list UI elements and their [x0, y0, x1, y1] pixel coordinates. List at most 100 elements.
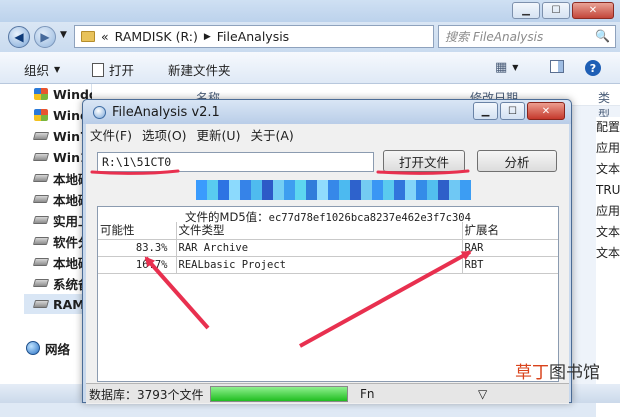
- address-segment-drive[interactable]: RAMDISK (R:): [115, 29, 198, 44]
- menu-about[interactable]: 关于(A): [250, 125, 293, 144]
- redaction-block: [295, 180, 306, 200]
- new-folder-button[interactable]: 新建文件夹: [168, 60, 231, 79]
- drive-icon: [32, 174, 50, 182]
- search-icon[interactable]: 🔍: [595, 29, 610, 43]
- view-options-button[interactable]: ▦ ▼: [495, 60, 518, 75]
- redaction-block: [350, 180, 361, 200]
- organize-button[interactable]: 组织 ▼: [24, 60, 60, 79]
- close-icon: ✕: [541, 105, 551, 117]
- forward-button[interactable]: ▶: [34, 26, 56, 48]
- dialog-titlebar[interactable]: FileAnalysis v2.1 ▁ ☐ ✕: [83, 100, 571, 124]
- open-label: 打开: [109, 63, 135, 78]
- header-probability[interactable]: 可能性: [98, 222, 177, 240]
- nav-label: 网络: [45, 341, 71, 357]
- open-button[interactable]: 打开: [92, 60, 134, 79]
- file-type-cell: 配置: [596, 120, 620, 134]
- nav-item[interactable]: Wind: [34, 105, 89, 125]
- close-icon: ✕: [588, 5, 598, 16]
- chevron-down-icon: ▼: [54, 65, 61, 74]
- nav-item-network[interactable]: 网络: [26, 338, 70, 358]
- maximize-icon: ☐: [551, 5, 561, 16]
- drive-icon: [32, 132, 50, 140]
- chevron-right-icon[interactable]: ▶: [204, 32, 211, 42]
- menu-file[interactable]: 文件(F): [90, 125, 132, 144]
- explorer-titlebar: ▁ ☐ ✕: [0, 0, 620, 22]
- minimize-icon: ▁: [481, 105, 490, 117]
- redaction-block: [372, 180, 383, 200]
- cell-probability: 16.7%: [98, 256, 177, 274]
- dialog-title: FileAnalysis v2.1: [112, 104, 220, 120]
- redaction-block: [361, 180, 372, 200]
- preview-pane-button[interactable]: [550, 60, 564, 73]
- header-file-type[interactable]: 文件类型: [176, 222, 463, 240]
- back-arrow-icon: ◀: [14, 30, 24, 44]
- cell-extension: RBT: [462, 256, 558, 274]
- redaction-block: [449, 180, 460, 200]
- redaction-block: [306, 180, 317, 200]
- redacted-region: [196, 180, 471, 200]
- search-placeholder: 搜索 FileAnalysis: [445, 30, 544, 44]
- redaction-block: [262, 180, 273, 200]
- minimize-button[interactable]: ▁: [512, 2, 540, 19]
- command-bar: 组织 ▼ 打开 新建文件夹 ▦ ▼ ?: [0, 52, 620, 84]
- dialog-close-button[interactable]: ✕: [527, 102, 565, 120]
- address-row: ◀ ▶ ▼ « RAMDISK (R:) ▶ FileAnalysis ▾ ✚ …: [0, 22, 620, 52]
- table-row[interactable]: 83.3% RAR Archive RAR: [98, 239, 558, 257]
- analyze-button[interactable]: 分析: [477, 150, 557, 172]
- address-segment-folder[interactable]: FileAnalysis: [217, 29, 289, 44]
- redaction-block: [416, 180, 427, 200]
- result-table: 可能性 文件类型 扩展名 83.3% RAR Archive RAR 16.7%…: [98, 222, 558, 274]
- redaction-block: [405, 180, 416, 200]
- redaction-block: [427, 180, 438, 200]
- menu-options[interactable]: 选项(O): [142, 125, 187, 144]
- back-button[interactable]: ◀: [8, 26, 30, 48]
- address-overflow[interactable]: «: [101, 29, 109, 44]
- new-folder-label: 新建文件夹: [168, 63, 231, 78]
- folder-icon: [81, 31, 95, 42]
- nav-item[interactable]: Win1: [32, 147, 89, 167]
- dialog-client-area: R:\1\51CT0 打开文件 分析 文件的MD5值：ec77d78ef1026…: [86, 144, 569, 404]
- file-path-value: R:\1\51CT0: [102, 155, 172, 169]
- menu-update[interactable]: 更新(U): [197, 125, 241, 144]
- open-file-button[interactable]: 打开文件: [383, 150, 465, 172]
- table-row[interactable]: 16.7% REALbasic Project RBT: [98, 256, 558, 274]
- recent-pages-dropdown[interactable]: ▼: [60, 30, 67, 40]
- nav-item[interactable]: Win7: [32, 126, 89, 146]
- address-bar[interactable]: « RAMDISK (R:) ▶ FileAnalysis ▾ ✚: [74, 25, 502, 48]
- status-dropdown-arrow[interactable]: ▽: [478, 386, 487, 402]
- header-extension[interactable]: 扩展名: [462, 222, 558, 240]
- app-icon: [93, 105, 106, 119]
- maximize-icon: ☐: [508, 105, 517, 117]
- maximize-button[interactable]: ☐: [542, 2, 570, 19]
- redaction-block: [240, 180, 251, 200]
- redaction-block: [273, 180, 284, 200]
- windows-drive-icon: [34, 109, 48, 121]
- close-button[interactable]: ✕: [572, 2, 614, 19]
- dialog-status-bar: 数据库：3793个文件 Fn ▽: [86, 383, 569, 403]
- search-input[interactable]: 搜索 FileAnalysis 🔍: [438, 25, 616, 48]
- help-icon: ?: [585, 60, 601, 76]
- help-button[interactable]: ?: [585, 60, 601, 76]
- progress-bar: [210, 386, 348, 402]
- preview-pane-icon: [550, 60, 564, 73]
- redaction-block: [251, 180, 262, 200]
- redaction-block: [196, 180, 207, 200]
- dialog-minimize-button[interactable]: ▁: [473, 102, 498, 120]
- nav-label: RAM: [53, 296, 85, 312]
- dialog-maximize-button[interactable]: ☐: [500, 102, 525, 120]
- file-type-cell: 应用: [596, 204, 620, 218]
- cell-file-type: RAR Archive: [176, 239, 463, 257]
- redaction-block: [284, 180, 295, 200]
- redaction-block: [394, 180, 405, 200]
- progress-fill: [211, 387, 347, 401]
- watermark: 草丁 图书馆: [515, 358, 600, 383]
- windows-drive-icon: [34, 88, 48, 100]
- explorer-window-controls: ▁ ☐ ✕: [512, 2, 614, 19]
- table-header-row: 可能性 文件类型 扩展名: [98, 222, 558, 240]
- file-path-input[interactable]: R:\1\51CT0: [97, 152, 374, 172]
- status-fn: Fn: [360, 387, 375, 401]
- drive-icon: [32, 258, 50, 266]
- open-file-icon: [92, 62, 104, 77]
- dialog-window-controls: ▁ ☐ ✕: [473, 102, 565, 120]
- file-type-cell: 文本: [596, 246, 620, 260]
